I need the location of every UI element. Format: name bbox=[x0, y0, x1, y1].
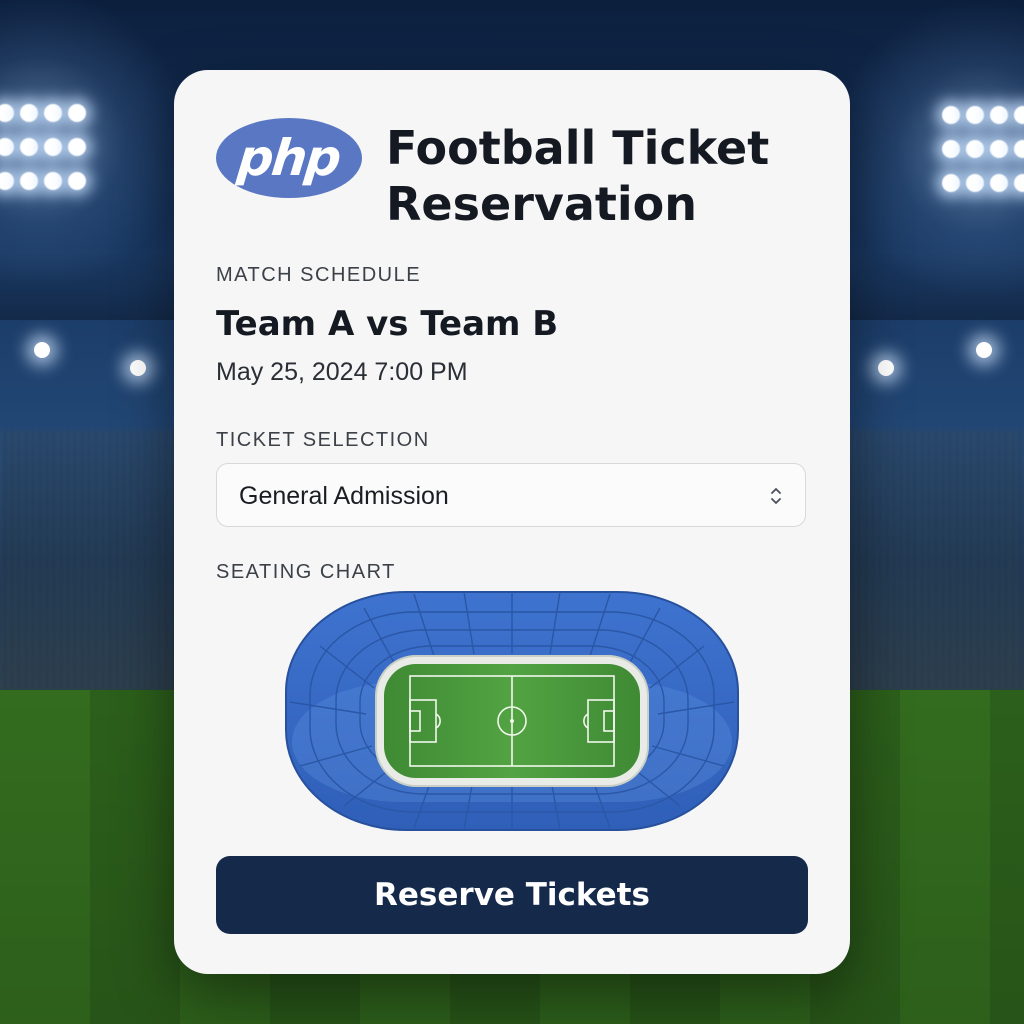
page-title: Football Ticket Reservation bbox=[386, 121, 770, 231]
stadium-light bbox=[878, 360, 894, 376]
stadium-light bbox=[34, 342, 50, 358]
reserve-tickets-button[interactable]: Reserve Tickets bbox=[216, 856, 808, 934]
centre-spot bbox=[510, 719, 514, 723]
php-logo: php bbox=[216, 118, 362, 198]
floodlight-right bbox=[942, 106, 1024, 202]
seating-chart[interactable] bbox=[284, 590, 740, 836]
php-logo-text: php bbox=[235, 129, 343, 187]
ticket-type-select[interactable]: General Admission bbox=[216, 463, 806, 527]
match-title: Team A vs Team B bbox=[216, 304, 559, 344]
stadium-light bbox=[976, 342, 992, 358]
chevron-up-down-icon bbox=[771, 488, 781, 504]
stadium-light bbox=[130, 360, 146, 376]
reservation-card: php Football Ticket Reservation MATCH SC… bbox=[174, 70, 850, 974]
floodlight-left bbox=[0, 104, 92, 200]
stadium-background: php Football Ticket Reservation MATCH SC… bbox=[0, 0, 1024, 1024]
ticket-type-value: General Admission bbox=[239, 482, 449, 510]
ticket-selection-label: TICKET SELECTION bbox=[216, 429, 430, 451]
match-datetime: May 25, 2024 7:00 PM bbox=[216, 358, 468, 386]
seating-chart-label: SEATING CHART bbox=[216, 561, 396, 583]
match-schedule-label: MATCH SCHEDULE bbox=[216, 264, 422, 286]
